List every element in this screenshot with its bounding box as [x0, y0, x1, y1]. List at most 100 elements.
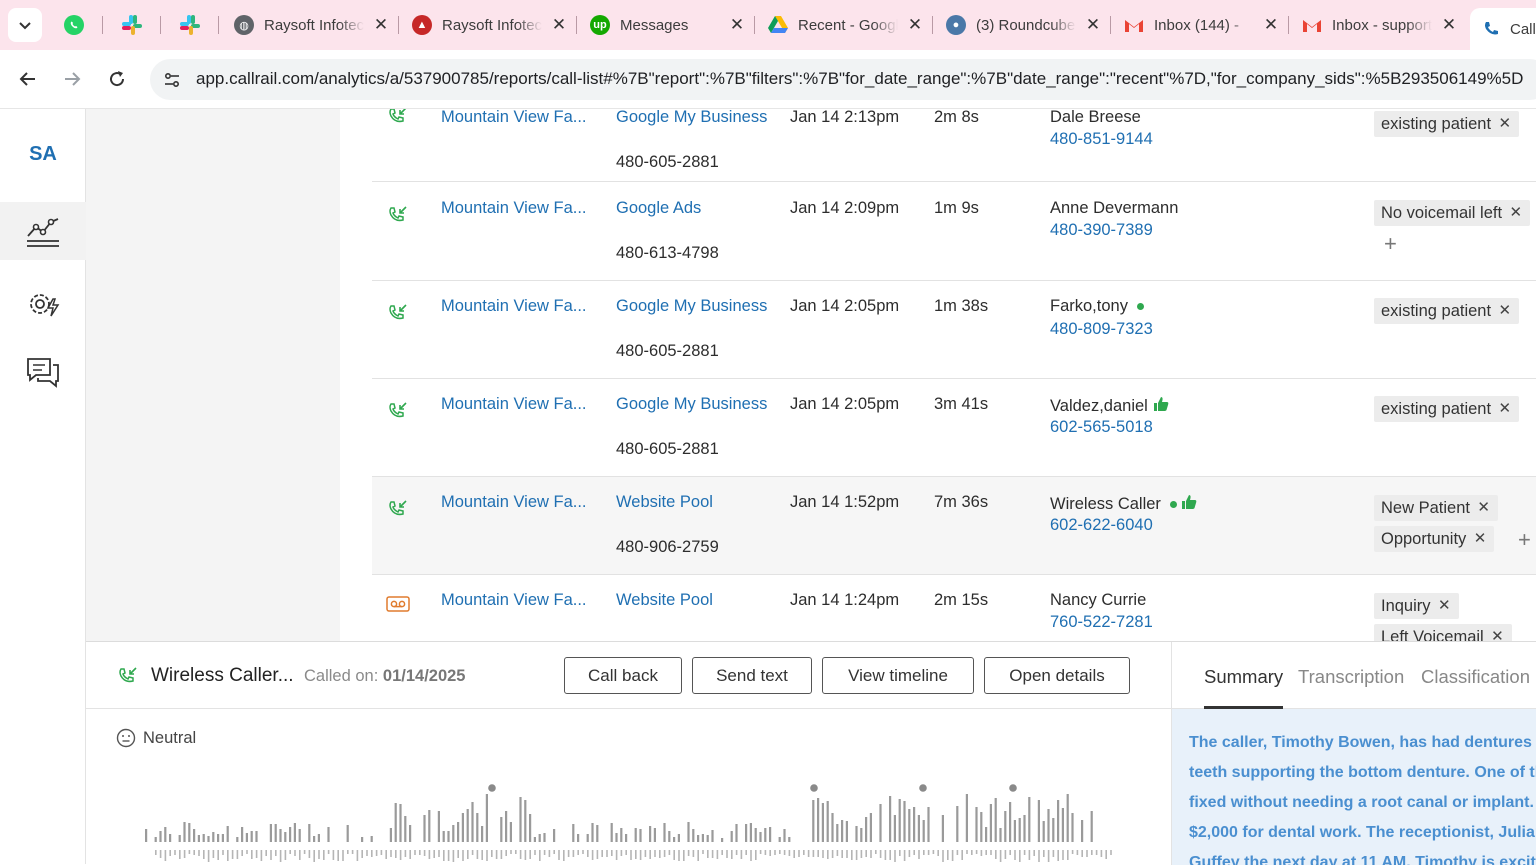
tab-title: Messages [620, 16, 689, 34]
call-row[interactable]: Mountain View Fa... Website Pool Jan 14 … [372, 575, 1536, 641]
waveform-bar-channel-2 [798, 850, 800, 857]
company-link[interactable]: Mountain View Fa... [441, 109, 587, 127]
tab-summary[interactable]: Summary [1204, 666, 1284, 709]
caller-phone[interactable]: 480-809-7323 [1050, 320, 1153, 339]
source-link[interactable]: Website Pool [616, 591, 713, 610]
sidebar-item-conversations[interactable] [0, 343, 86, 401]
caller-phone[interactable]: 760-522-7281 [1050, 613, 1153, 632]
remove-tag-icon[interactable]: ✕ [1491, 624, 1504, 641]
close-tab-icon[interactable]: ✕ [906, 16, 924, 34]
remove-tag-icon[interactable]: ✕ [1438, 593, 1451, 619]
back-button[interactable] [13, 64, 43, 94]
forward-button[interactable] [57, 64, 87, 94]
address-bar[interactable]: app.callrail.com/analytics/a/537900785/r… [150, 59, 1536, 100]
pinned-tab-whatsapp[interactable] [52, 8, 96, 42]
call-row[interactable]: Mountain View Fa... Google Ads 480-613-4… [372, 183, 1536, 281]
waveform-marker[interactable] [488, 784, 496, 792]
sidebar-item-settings[interactable] [0, 275, 86, 333]
call-row[interactable]: Mountain View Fa... Google My Business 4… [372, 109, 1536, 182]
tag-chip[interactable]: existing patient ✕ [1374, 111, 1520, 137]
remove-tag-icon[interactable]: ✕ [1499, 396, 1512, 422]
tag-chip[interactable]: No voicemail left ✕ [1374, 200, 1531, 226]
waveform-marker[interactable] [810, 784, 818, 792]
reload-button[interactable] [102, 64, 132, 94]
waveform-bar-channel-2 [846, 850, 848, 858]
source-link[interactable]: Website Pool [616, 493, 713, 512]
tag-chip[interactable]: Left Voicemail ✕ [1374, 624, 1512, 641]
waveform-bar-channel-2 [855, 850, 858, 860]
send-text-button[interactable]: Send text [692, 657, 812, 694]
browser-tab[interactable]: ● (3) Roundcube ✕ [934, 8, 1110, 42]
call-datetime: Jan 14 1:24pm [790, 591, 900, 609]
close-tab-icon[interactable]: ✕ [550, 16, 568, 34]
call-row-selected[interactable]: Mountain View Fa... Website Pool 480-906… [372, 477, 1536, 575]
browser-tab[interactable]: Inbox (144) - ✕ [1112, 8, 1288, 42]
company-link[interactable]: Mountain View Fa... [441, 395, 587, 414]
remove-tag-icon[interactable]: ✕ [1499, 111, 1512, 137]
tab-search-button[interactable] [8, 8, 42, 42]
call-row[interactable]: Mountain View Fa... Google My Business 4… [372, 379, 1536, 477]
waveform-bar-channel-2 [231, 850, 234, 859]
sidebar-item-analytics[interactable] [0, 202, 86, 260]
close-tab-icon[interactable]: ✕ [1084, 16, 1102, 34]
tag-chip[interactable]: Opportunity ✕ [1374, 526, 1495, 552]
call-audio-waveform[interactable] [141, 780, 1121, 865]
waveform-bar-channel-2 [467, 850, 469, 859]
tab-classification[interactable]: Classification [1421, 666, 1530, 688]
browser-tab[interactable]: Inbox - support ✕ [1290, 8, 1466, 42]
caller-phone[interactable]: 602-565-5018 [1050, 418, 1153, 437]
pinned-tab-slack-2[interactable] [168, 8, 212, 42]
source-link[interactable]: Google Ads [616, 199, 701, 218]
close-tab-icon[interactable]: ✕ [1440, 16, 1458, 34]
add-tag-button[interactable]: + [1384, 233, 1397, 255]
open-details-button[interactable]: Open details [984, 657, 1130, 694]
caller-phone[interactable]: 602-622-6040 [1050, 516, 1153, 535]
waveform-bar [1071, 813, 1074, 842]
site-info-icon[interactable] [162, 70, 182, 95]
tab-transcription[interactable]: Transcription [1298, 666, 1404, 688]
company-link[interactable]: Mountain View Fa... [441, 591, 587, 610]
browser-tab[interactable]: ◍ Raysoft Infotech ✕ [222, 8, 398, 42]
pinned-tab-slack-1[interactable] [110, 8, 154, 42]
source-link[interactable]: Google My Business [616, 109, 767, 127]
tag-chip[interactable]: existing patient ✕ [1374, 396, 1520, 422]
browser-tab[interactable]: Recent - Google Drive ✕ [756, 8, 932, 42]
waveform-marker[interactable] [1009, 784, 1017, 792]
waveform-marker[interactable] [919, 784, 927, 792]
account-initials[interactable]: SA [0, 143, 86, 166]
close-tab-icon[interactable]: ✕ [372, 16, 390, 34]
remove-tag-icon[interactable]: ✕ [1509, 200, 1522, 226]
callrail-phone-icon [1485, 22, 1498, 35]
browser-tab[interactable]: up Messages ✕ [578, 8, 754, 42]
waveform-bar-channel-2 [759, 850, 762, 854]
browser-tab-active[interactable]: Call [1470, 8, 1536, 50]
close-tab-icon[interactable]: ✕ [1262, 16, 1280, 34]
view-timeline-button[interactable]: View timeline [822, 657, 974, 694]
remove-tag-icon[interactable]: ✕ [1474, 526, 1487, 552]
remove-tag-icon[interactable]: ✕ [1477, 495, 1490, 521]
call-list: Mountain View Fa... Google My Business 4… [340, 109, 1536, 641]
browser-tab[interactable]: ▲ Raysoft Infotech ✕ [400, 8, 576, 42]
tracking-number: 480-906-2759 [616, 538, 719, 556]
caller-phone[interactable]: 480-390-7389 [1050, 221, 1153, 240]
tag-chip[interactable]: Inquiry ✕ [1374, 593, 1459, 619]
company-link[interactable]: Mountain View Fa... [441, 493, 587, 512]
tag-chip[interactable]: existing patient ✕ [1374, 298, 1520, 324]
waveform-bar-channel-2 [159, 850, 162, 858]
waveform-bar [841, 820, 844, 842]
source-link[interactable]: Google My Business [616, 297, 767, 316]
call-back-button[interactable]: Call back [564, 657, 682, 694]
close-tab-icon[interactable]: ✕ [728, 16, 746, 34]
add-tag-button[interactable]: + [1518, 529, 1531, 551]
waveform-bar-channel-2 [788, 850, 791, 856]
source-link[interactable]: Google My Business [616, 395, 767, 414]
call-row[interactable]: Mountain View Fa... Google My Business 4… [372, 281, 1536, 379]
waveform-bar [764, 828, 767, 842]
caller-phone[interactable]: 480-851-9144 [1050, 130, 1153, 149]
company-link[interactable]: Mountain View Fa... [441, 297, 587, 316]
remove-tag-icon[interactable]: ✕ [1499, 298, 1512, 324]
waveform-bar-channel-2 [596, 850, 599, 859]
waveform-bar [437, 811, 440, 842]
company-link[interactable]: Mountain View Fa... [441, 199, 587, 218]
tag-chip[interactable]: New Patient ✕ [1374, 495, 1498, 521]
